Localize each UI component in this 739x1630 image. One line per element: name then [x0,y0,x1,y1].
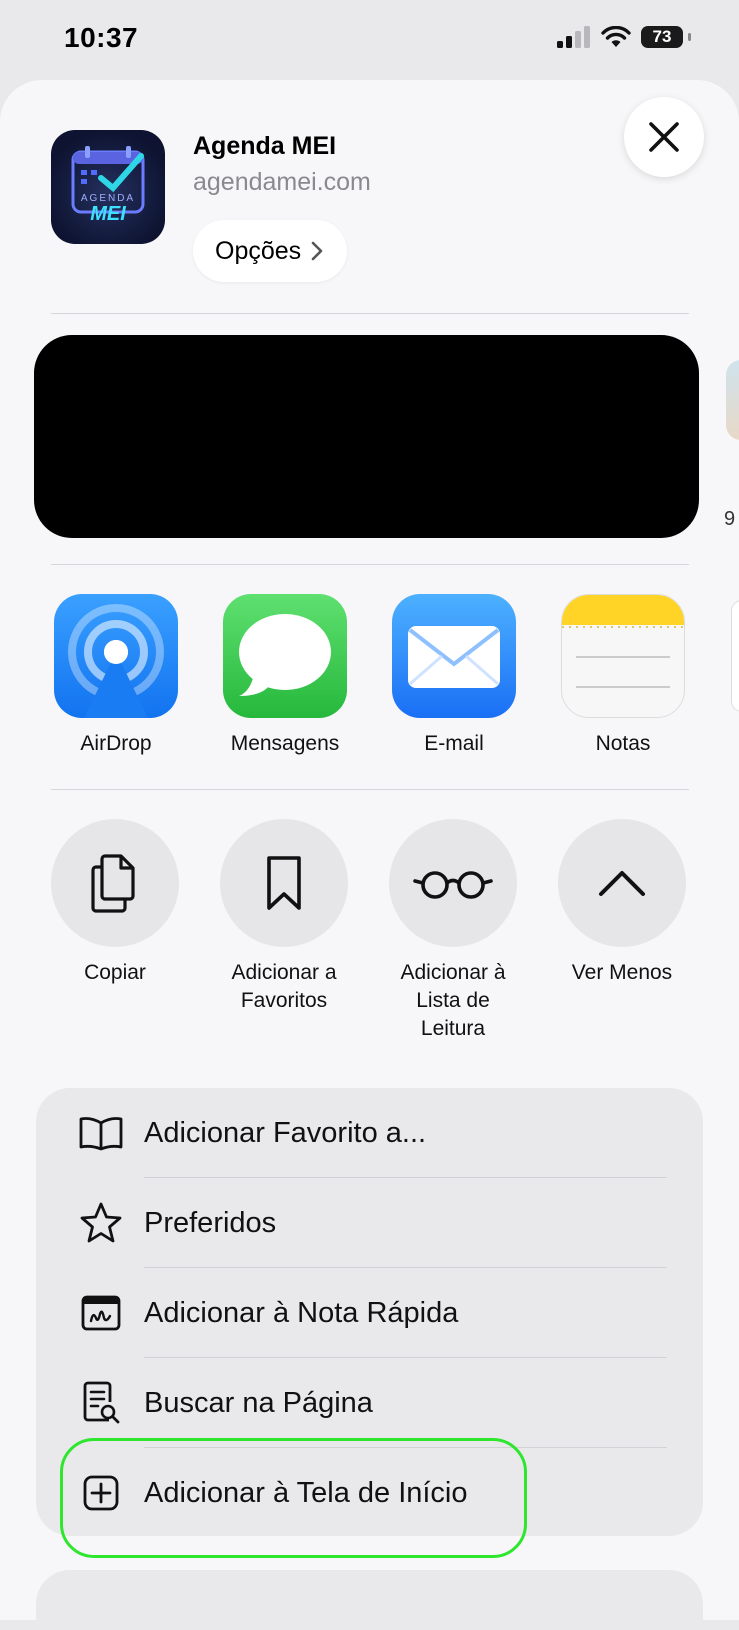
menu-item-add-bookmark-to[interactable]: Adicionar Favorito a... [36,1088,703,1178]
share-app-label: Mensagens [230,732,340,755]
status-icons: 73 [557,26,691,48]
next-list-section [36,1570,703,1630]
menu-item-label: Buscar na Página [144,1387,373,1419]
find-on-page-icon [83,1381,120,1424]
menu-item-label: Preferidos [144,1207,277,1239]
highlight-annotation [60,1438,527,1558]
action-copy[interactable]: Copiar [40,819,190,987]
close-icon [649,122,679,152]
action-label: Ver Menos [571,961,673,984]
chevron-right-icon [311,241,323,261]
notes-icon [561,594,685,718]
app-url: agendamei.com [193,168,371,196]
menu-item-label: Adicionar Favorito a... [144,1117,427,1149]
share-app-notes[interactable]: Notas [561,594,685,756]
battery-percent: 73 [652,27,672,46]
options-button[interactable]: Opções [193,220,348,282]
battery-indicator: 73 [641,26,691,48]
menu-item-quick-note[interactable]: Adicionar à Nota Rápida [36,1268,703,1358]
share-app-label: E-mail [424,732,484,755]
action-add-bookmark[interactable]: Adicionar a Favoritos [209,819,359,1015]
contact-avatar[interactable] [726,360,739,440]
menu-item-favorites[interactable]: Preferidos [36,1178,703,1268]
divider [51,789,689,790]
app-title: Agenda MEI [193,132,337,160]
options-label: Opções [215,236,302,265]
share-app-mail[interactable]: E-mail [392,594,516,756]
divider [51,564,689,565]
quick-note-icon [81,1295,121,1331]
share-app-messages[interactable]: Mensagens [223,594,347,756]
messages-icon [223,594,347,718]
wifi-icon [601,26,631,47]
divider [51,313,689,314]
close-button[interactable] [624,97,704,177]
copy-icon [91,854,135,913]
action-label: Adicionar à Lista de Leitura [400,961,506,1040]
mail-icon [392,594,516,718]
share-app-label: Notas [595,732,651,755]
status-time: 10:37 [64,22,139,53]
menu-item-label: Adicionar à Nota Rápida [144,1297,459,1329]
glasses-icon [413,871,493,899]
redacted-contacts [34,335,699,538]
status-bar: 10:37 73 [0,0,739,80]
share-app-label: AirDrop [80,732,152,755]
chevron-up-icon [599,871,645,896]
contact-partial-label: 9 [724,508,736,530]
action-label: Adicionar a Favoritos [231,961,337,1012]
airdrop-icon [54,594,178,718]
star-icon [80,1202,122,1243]
share-app-more[interactable] [731,600,739,712]
action-see-less[interactable]: Ver Menos [547,819,697,987]
action-label: Copiar [84,961,146,984]
share-app-airdrop[interactable]: AirDrop [54,594,178,756]
menu-item-find-on-page[interactable]: Buscar na Página [36,1358,703,1448]
app-logo: AGENDA MEI [51,130,165,244]
book-icon [79,1117,123,1151]
action-reading-list[interactable]: Adicionar à Lista de Leitura [378,819,528,1043]
bookmark-icon [267,856,301,910]
svg-text:MEI: MEI [90,203,126,225]
cellular-signal-icon [557,26,590,48]
